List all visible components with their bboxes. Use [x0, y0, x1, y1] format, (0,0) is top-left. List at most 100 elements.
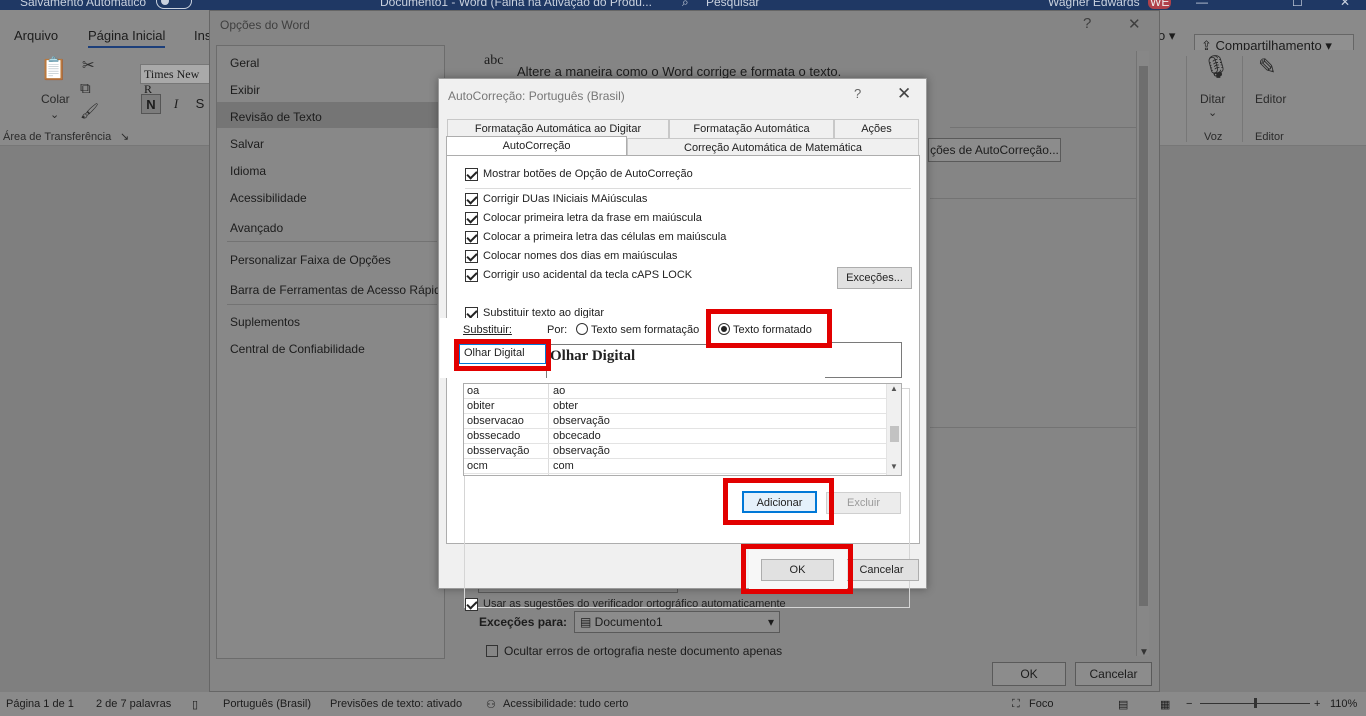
checkbox[interactable] [465, 211, 478, 225]
close-window-icon[interactable]: ✕ [1340, 0, 1350, 9]
zoom-in-icon[interactable]: + [1314, 698, 1320, 710]
checkbox[interactable] [465, 230, 478, 244]
nav-item-exibir[interactable]: Exibir [230, 83, 260, 97]
search-icon[interactable]: ⌕ [682, 0, 689, 10]
font-name-input[interactable]: Times New R [140, 64, 210, 96]
user-name[interactable]: Wagner Edwards [1048, 0, 1140, 9]
web-layout-icon[interactable]: ▦ [1160, 698, 1170, 711]
table-row[interactable]: obiter obter [464, 399, 886, 414]
minimize-icon[interactable]: — [1196, 0, 1208, 9]
capitalize-sentence-option[interactable]: Colocar primeira letra da frase em maiús… [465, 210, 702, 226]
paste-label[interactable]: Colar [41, 92, 70, 106]
scrollbar-thumb[interactable] [890, 426, 899, 442]
zoom-level[interactable]: 110% [1330, 698, 1357, 710]
table-row[interactable]: obsservação observação [464, 444, 886, 459]
checkbox[interactable] [465, 249, 478, 263]
close-icon[interactable]: ✕ [1128, 15, 1141, 33]
help-icon[interactable]: ? [854, 86, 861, 101]
format-painter-icon[interactable]: 🖌 [80, 102, 99, 120]
hide-errors-label: Ocultar erros de ortografia neste docume… [504, 644, 783, 658]
checkbox[interactable] [465, 268, 478, 282]
show-buttons-option[interactable]: Mostrar botões de Opção de AutoCorreção [465, 166, 693, 182]
nav-item-salvar[interactable]: Salvar [230, 137, 264, 151]
nav-item-central-confiabilidade[interactable]: Central de Confiabilidade [230, 342, 365, 356]
editor-pen-icon[interactable]: ✎ [1258, 54, 1276, 80]
search-box[interactable]: Pesquisar [706, 0, 759, 9]
chevron-up-icon[interactable]: ▲ [890, 384, 898, 393]
close-icon[interactable]: ✕ [897, 84, 911, 104]
nav-item-geral[interactable]: Geral [230, 56, 259, 70]
chevron-down-icon[interactable]: ▼ [1139, 647, 1149, 658]
chevron-down-icon[interactable]: ⌄ [50, 108, 59, 121]
bold-button[interactable]: N [141, 94, 161, 114]
page-count[interactable]: Página 1 de 1 [6, 698, 74, 710]
options-scrollbar[interactable]: ▼ [1136, 51, 1149, 658]
dialog-launcher-icon[interactable]: ↘ [120, 130, 129, 143]
dictate-label[interactable]: Ditar [1200, 92, 1225, 106]
autocorrect-table[interactable]: oa ao obiter obter observacao observação ob… [463, 383, 902, 476]
delete-button[interactable]: Excluir [826, 492, 901, 514]
paste-icon[interactable]: 📋 [40, 56, 67, 82]
print-layout-icon[interactable]: ▤ [1118, 698, 1128, 711]
use-suggestions-option[interactable]: Usar as sugestões do verificador ortográ… [465, 596, 786, 612]
avatar[interactable]: WE [1148, 0, 1172, 9]
options-ok-button[interactable]: OK [992, 662, 1066, 686]
chevron-down-icon[interactable]: ▼ [890, 462, 898, 471]
correct-two-initials-option[interactable]: Corrigir DUas INiciais MAiúsculas [465, 191, 647, 207]
table-row[interactable]: ocm com [464, 459, 886, 474]
copy-icon[interactable]: ⧉ [80, 80, 91, 97]
checkbox[interactable] [465, 192, 478, 206]
autosave-toggle[interactable] [156, 0, 192, 9]
zoom-out-icon[interactable]: − [1186, 698, 1192, 710]
language-status[interactable]: Português (Brasil) [223, 698, 311, 710]
tab-formatacao-automatica[interactable]: Formatação Automática [669, 119, 834, 138]
underline-button[interactable]: S [190, 94, 210, 114]
tab-arquivo[interactable]: Arquivo [14, 28, 58, 43]
table-row[interactable]: oa ao [464, 384, 886, 399]
table-row[interactable]: obssecado obcecado [464, 429, 886, 444]
tab-autocorrecao[interactable]: AutoCorreção [446, 136, 627, 157]
accessibility-icon[interactable]: ⚇ [486, 698, 496, 711]
plain-text-radio[interactable]: Texto sem formatação [576, 323, 699, 336]
microphone-icon[interactable]: 🎙 [1202, 54, 1230, 80]
nav-item-personalizar-faixa[interactable]: Personalizar Faixa de Opções [230, 253, 391, 267]
caps-lock-option[interactable]: Corrigir uso acidental da tecla cAPS LOC… [465, 267, 692, 283]
checkbox[interactable] [465, 167, 478, 181]
radio[interactable] [576, 323, 588, 335]
table-row[interactable]: observacao observação [464, 414, 886, 429]
tab-pagina-inicial[interactable]: Página Inicial [88, 28, 166, 48]
table-scrollbar[interactable]: ▲ ▼ [886, 384, 901, 475]
chevron-down-icon[interactable]: o ▾ [1158, 28, 1175, 44]
nav-item-avancado[interactable]: Avançado [230, 221, 283, 235]
tab-acoes[interactable]: Ações [834, 119, 919, 138]
capitalize-cells-option[interactable]: Colocar a primeira letra das células em … [465, 229, 726, 245]
nav-item-idioma[interactable]: Idioma [230, 164, 266, 178]
focus-label[interactable]: Foco [1029, 698, 1053, 710]
autocorrect-options-button[interactable]: ções de AutoCorreção... [928, 138, 1061, 162]
book-icon[interactable]: ▯ [192, 698, 198, 711]
text-predictions-status[interactable]: Previsões de texto: ativado [330, 698, 462, 710]
accessibility-status[interactable]: Acessibilidade: tudo certo [503, 698, 628, 710]
nav-item-barra-acesso-rapido[interactable]: Barra de Ferramentas de Acesso Rápido [230, 283, 447, 297]
focus-icon[interactable]: ⛶ [1012, 698, 1020, 711]
cut-icon[interactable]: ✂ [82, 56, 95, 74]
nav-item-revisao-de-texto[interactable]: Revisão de Texto [230, 110, 322, 124]
zoom-slider-thumb[interactable] [1254, 698, 1257, 708]
exceptions-button[interactable]: Exceções... [837, 267, 912, 289]
italic-button[interactable]: I [166, 94, 186, 114]
editor-label[interactable]: Editor [1255, 92, 1286, 106]
hide-errors-checkbox[interactable] [486, 645, 498, 657]
exceptions-dropdown[interactable]: ▤ Documento1 ▾ [574, 611, 780, 633]
chevron-down-icon[interactable]: ⌄ [1208, 106, 1217, 119]
word-count[interactable]: 2 de 7 palavras [96, 698, 171, 710]
nav-item-acessibilidade[interactable]: Acessibilidade [230, 191, 307, 205]
maximize-icon[interactable]: ☐ [1292, 0, 1303, 9]
nav-item-suplementos[interactable]: Suplementos [230, 315, 300, 329]
options-cancel-button[interactable]: Cancelar [1075, 662, 1152, 686]
help-icon[interactable]: ? [1083, 15, 1091, 32]
scrollbar-thumb[interactable] [1139, 66, 1148, 606]
capitalize-days-option[interactable]: Colocar nomes dos dias em maiúsculas [465, 248, 677, 264]
checkbox[interactable] [465, 597, 478, 611]
with-input-extension[interactable] [825, 342, 902, 378]
autocorrect-cancel-button[interactable]: Cancelar [844, 559, 919, 581]
